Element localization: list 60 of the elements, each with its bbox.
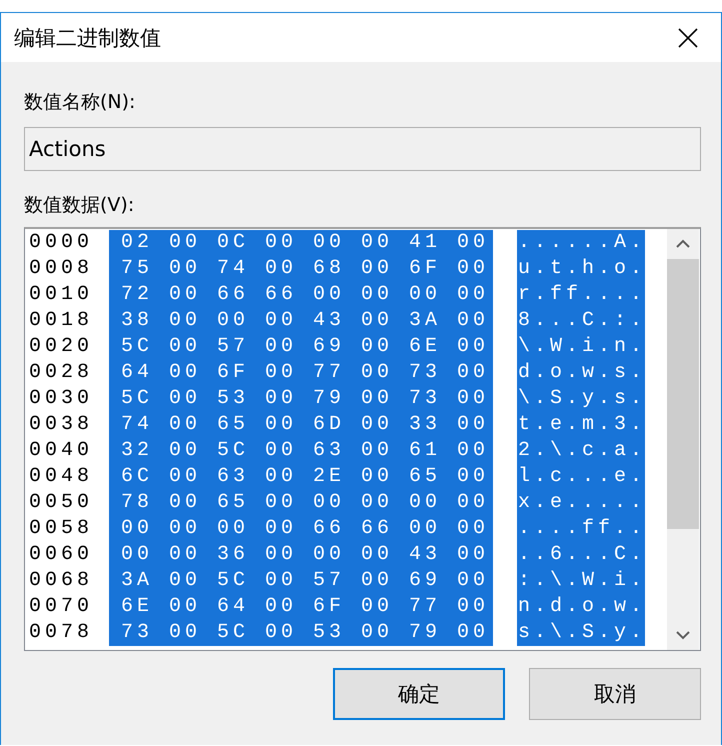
ascii-text[interactable]: n.d.o.w. xyxy=(517,594,645,620)
hex-bytes[interactable]: 3A 00 5C 00 57 00 69 00 xyxy=(109,568,493,594)
hex-bytes[interactable]: 38 00 00 00 43 00 3A 00 xyxy=(109,308,493,334)
offset-text: 0040 xyxy=(28,438,94,464)
hex-bytes[interactable]: 5C 00 53 00 79 00 73 00 xyxy=(109,386,493,412)
hex-bytes[interactable]: 75 00 74 00 68 00 6F 00 xyxy=(109,256,493,282)
close-icon xyxy=(678,28,698,48)
hex-bytes[interactable]: 72 00 66 66 00 00 00 00 xyxy=(109,282,493,308)
ascii-text[interactable]: ......A. xyxy=(517,230,645,256)
ascii-text[interactable]: l.c...e. xyxy=(517,464,645,490)
offset-text: 0068 xyxy=(28,568,94,594)
hex-bytes[interactable]: 6C 00 63 00 2E 00 65 00 xyxy=(109,464,493,490)
ascii-text[interactable]: s.\.S.y. xyxy=(517,620,645,646)
ascii-text[interactable]: ....ff.. xyxy=(517,516,645,542)
offset-text: 0008 xyxy=(28,256,94,282)
offset-text: 0030 xyxy=(28,386,94,412)
ascii-text[interactable]: \.S.y.s. xyxy=(517,386,645,412)
ascii-text[interactable]: u.t.h.o. xyxy=(517,256,645,282)
ok-button[interactable]: 确定 xyxy=(333,668,505,720)
value-name-field[interactable]: Actions xyxy=(24,127,701,171)
scrollbar[interactable] xyxy=(667,229,699,650)
offset-text: 0018 xyxy=(28,308,94,334)
ascii-text[interactable]: ..6...C. xyxy=(517,542,645,568)
offset-text: 0000 xyxy=(28,230,94,256)
hex-bytes[interactable]: 73 00 5C 00 53 00 79 00 xyxy=(109,620,493,646)
hex-bytes[interactable]: 64 00 6F 00 77 00 73 00 xyxy=(109,360,493,386)
offset-text: 0050 xyxy=(28,490,94,516)
scrollbar-thumb[interactable] xyxy=(667,259,699,529)
ascii-text[interactable]: :.\.W.i. xyxy=(517,568,645,594)
offset-text: 0028 xyxy=(28,360,94,386)
hex-bytes[interactable]: 6E 00 64 00 6F 00 77 00 xyxy=(109,594,493,620)
offset-text: 0038 xyxy=(28,412,94,438)
offset-text: 0020 xyxy=(28,334,94,360)
hex-bytes[interactable]: 32 00 5C 00 63 00 61 00 xyxy=(109,438,493,464)
ascii-text[interactable]: \.W.i.n. xyxy=(517,334,645,360)
hex-editor[interactable] xyxy=(24,227,701,651)
ascii-text[interactable]: r.ff.... xyxy=(517,282,645,308)
offset-text: 0058 xyxy=(28,516,94,542)
scroll-down-icon[interactable] xyxy=(676,631,690,640)
ascii-text[interactable]: d.o.w.s. xyxy=(517,360,645,386)
ascii-text[interactable]: x.e..... xyxy=(517,490,645,516)
value-data-label: 数值数据(V): xyxy=(24,193,136,217)
offset-text: 0048 xyxy=(28,464,94,490)
value-name-label: 数值名称(N): xyxy=(24,90,136,114)
ascii-text[interactable]: 2.\.c.a. xyxy=(517,438,645,464)
ascii-text[interactable]: t.e.m.3. xyxy=(517,412,645,438)
scroll-up-icon[interactable] xyxy=(676,239,690,248)
cancel-button[interactable]: 取消 xyxy=(529,668,701,720)
hex-bytes[interactable]: 78 00 65 00 00 00 00 00 xyxy=(109,490,493,516)
hex-bytes[interactable]: 5C 00 57 00 69 00 6E 00 xyxy=(109,334,493,360)
ascii-text[interactable]: 8...C.:. xyxy=(517,308,645,334)
hex-bytes[interactable]: 00 00 00 00 66 66 00 00 xyxy=(109,516,493,542)
hex-bytes[interactable]: 02 00 0C 00 00 00 41 00 xyxy=(109,230,493,256)
offset-text: 0060 xyxy=(28,542,94,568)
hex-bytes[interactable]: 00 00 36 00 00 00 43 00 xyxy=(109,542,493,568)
hex-bytes[interactable]: 74 00 65 00 6D 00 33 00 xyxy=(109,412,493,438)
offset-text: 0010 xyxy=(28,282,94,308)
window-title: 编辑二进制数值 xyxy=(14,24,161,52)
offset-text: 0078 xyxy=(28,620,94,646)
offset-text: 0070 xyxy=(28,594,94,620)
